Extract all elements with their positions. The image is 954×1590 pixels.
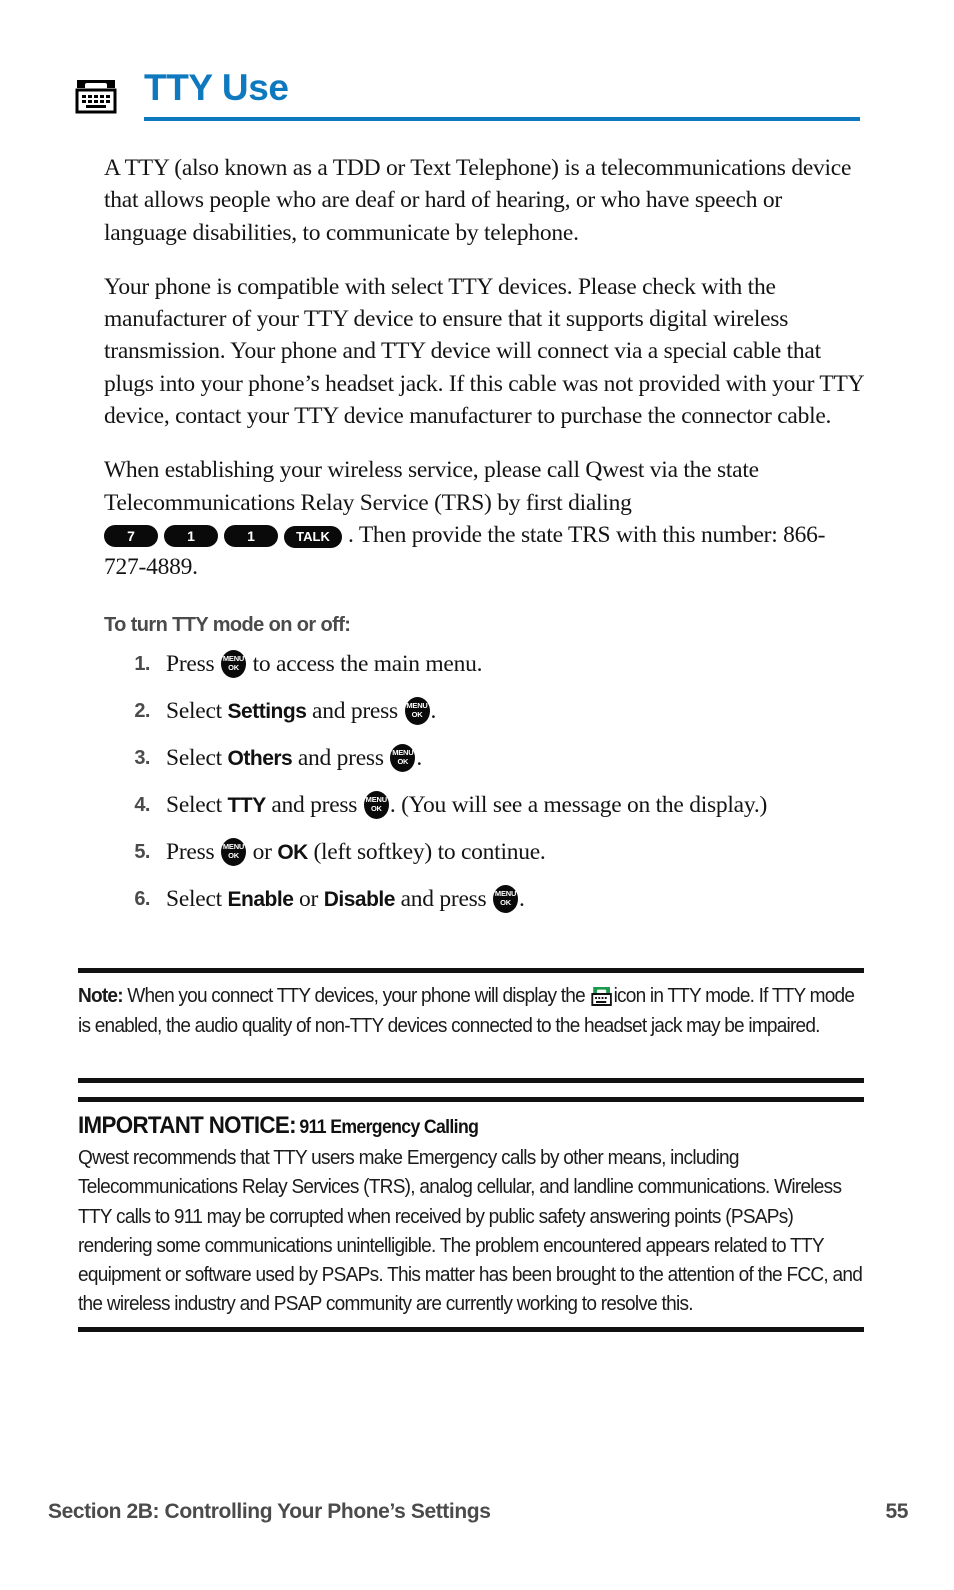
step-text-pre: Select [166,885,228,912]
menu-ok-key-icon: MENU OK [221,837,246,866]
menu-ok-key-icon: MENU OK [221,649,246,678]
list-item: 3. Select Others and press MENU OK. [104,743,866,774]
notice-bottom-rule [78,1326,864,1332]
note-callout: Note: When you connect TTY devices, your… [78,968,864,1041]
menu-key-label-bottom: OK [228,850,239,860]
step-text-or: or [247,838,278,865]
note-text-before-icon: When you connect TTY devices, your phone… [122,984,590,1007]
steps-list: 1. Press MENU OK to access the main menu. … [104,649,866,915]
step-text-mid: and press [265,791,363,818]
header-underline [144,117,860,121]
notice-heading: IMPORTANT NOTICE: 911 Emergency Calling [78,1102,864,1140]
step-text-mid: and press [292,744,390,771]
list-item: 6. Select Enable or Disable and press MEN… [104,884,866,915]
page-header: TTY Use [74,66,860,126]
step-text-post: and press [394,885,493,912]
menu-key-label-bottom: OK [500,897,511,907]
step-number: 2. [134,699,150,722]
menu-key-label-top: MENU [406,700,428,710]
footer-page-number: 55 [885,1500,908,1523]
key-1-second: 1 [224,524,278,547]
paragraph-compatibility: Your phone is compatible with select TTY… [104,273,864,430]
list-item: 2. Select Settings and press MENU OK. [104,696,866,727]
step-text-post: (left softkey) to continue. [307,838,546,865]
step-number: 5. [134,840,150,863]
step-text-pre: Select [166,744,228,771]
list-item: 4. Select TTY and press MENU OK. (You will… [104,790,866,821]
page-title: TTY Use [144,67,289,108]
step-emphasis: Settings [227,699,307,723]
menu-key-label-bottom: OK [228,662,239,672]
step-emphasis-enable: Enable [227,887,294,911]
step-text-post: to access the main menu. [247,650,483,677]
notice-body-text: Qwest recommends that TTY users make Eme… [78,1146,863,1316]
step-text-post: . [416,744,422,771]
step-text-pre: Press [166,838,220,865]
step-text-post: . [430,697,437,724]
tty-machine-icon [74,74,118,114]
key-1-first: 1 [164,524,218,547]
main-content: A TTY (also known as a TDD or Text Telep… [104,152,866,931]
paragraph-intro: A TTY (also known as a TDD or Text Telep… [104,155,852,246]
step-text-mid: or [293,885,324,912]
menu-key-label-top: MENU [222,841,245,851]
menu-key-label-top: MENU [222,653,245,663]
menu-ok-key-icon: MENU OK [363,790,389,819]
step-number: 1. [134,652,150,675]
key-7: 7 [104,524,158,547]
menu-key-label-top: MENU [392,747,414,757]
step-text-pre: Select [166,791,228,818]
notice-rule-gap [78,1083,864,1097]
step-text-period: . [519,885,525,912]
menu-key-label-bottom: OK [370,803,382,813]
note-text: Note: When you connect TTY devices, your… [78,973,864,1041]
step-number: 4. [134,793,150,816]
notice-heading-sub: 911 Emergency Calling [299,1117,479,1138]
list-item: 1. Press MENU OK to access the main menu. [104,649,866,680]
paragraph-dialing: When establishing your wireless service,… [104,454,866,583]
step-text-pre: Select [166,697,228,724]
tty-status-icon [590,985,612,1006]
menu-key-label-bottom: OK [411,709,423,719]
important-notice-callout: IMPORTANT NOTICE: 911 Emergency Calling … [78,1078,864,1332]
step-emphasis-disable: Disable [323,887,396,911]
step-emphasis-ok: OK [277,840,308,864]
list-item: 5. Press MENU OK or OK (left softkey) to c… [104,837,866,868]
step-text-pre: Press [166,650,220,677]
menu-ok-key-icon: MENU OK [404,696,430,725]
page-footer: Section 2B: Controlling Your Phone’s Set… [48,1500,908,1524]
menu-key-label-top: MENU [494,888,517,898]
key-talk: TALK [284,525,342,548]
menu-ok-key-icon: MENU OK [493,884,519,913]
menu-key-label-top: MENU [365,794,387,804]
step-text-mid: and press [306,697,404,724]
footer-section-label: Section 2B: Controlling Your Phone’s Set… [48,1500,491,1523]
step-number: 6. [134,887,150,910]
step-emphasis: Others [227,746,293,770]
dial-lead-text: When establishing your wireless service,… [104,457,759,516]
step-text-post: . (You will see a message on the display… [389,791,768,818]
section-subheading: To turn TTY mode on or off: [104,613,351,636]
document-page: TTY Use A TTY (also known as a TDD or Te… [0,0,954,1590]
step-number: 3. [134,746,150,769]
menu-key-label-bottom: OK [397,756,409,766]
notice-heading-main: IMPORTANT NOTICE: [78,1112,297,1139]
note-label: Note: [78,984,124,1007]
step-emphasis: TTY [227,793,267,817]
menu-ok-key-icon: MENU OK [390,743,416,772]
